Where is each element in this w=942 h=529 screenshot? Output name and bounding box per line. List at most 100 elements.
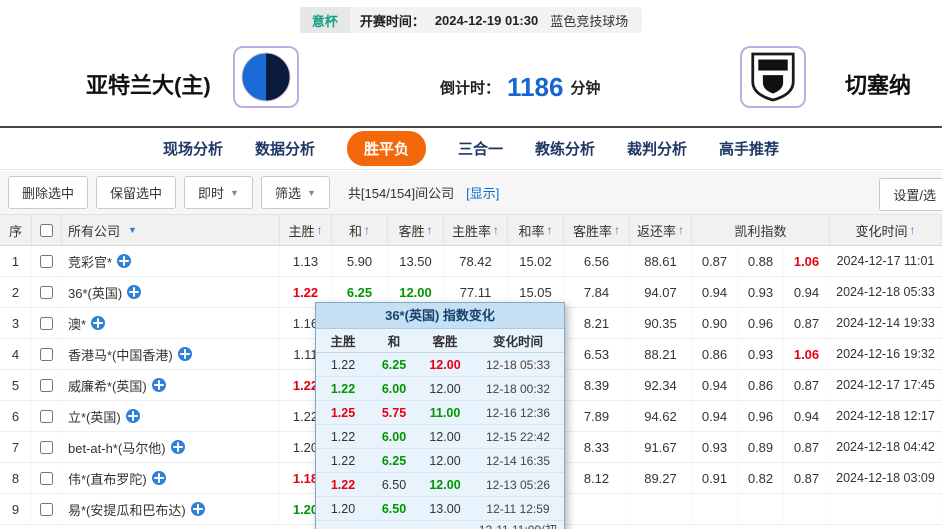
- popup-home-odds: 1.25: [316, 406, 370, 420]
- col-home-odds[interactable]: 主胜 ↑: [280, 215, 332, 245]
- tab-win-draw-loss[interactable]: 胜平负: [347, 131, 426, 166]
- col-return-rate[interactable]: 返还率 ↑: [630, 215, 692, 245]
- company-detail-icon[interactable]: [171, 440, 185, 454]
- select-all-checkbox[interactable]: [40, 224, 53, 237]
- draw-odds: 5.90: [332, 246, 388, 276]
- return-rate: 88.21: [630, 339, 692, 369]
- company-name[interactable]: 易*(安提瓜和巴布达): [68, 500, 186, 519]
- sort-asc-icon: ↑: [614, 223, 620, 237]
- toolbar: 删除选中 保留选中 即时 ▼ 筛选 ▼ 共[154/154]间公司 [显示] 设…: [0, 171, 942, 215]
- return-rate: [630, 494, 692, 524]
- col-home-rate[interactable]: 主胜率 ↑: [444, 215, 508, 245]
- company-count-text: 共[154/154]间公司: [348, 183, 454, 202]
- popup-away-odds: 12.00: [418, 478, 472, 492]
- popup-change-time: 12-18 05:33: [472, 358, 564, 372]
- sort-asc-icon: ↑: [317, 223, 323, 237]
- company-cell: 威廉希*(英国): [62, 370, 280, 400]
- tab-expert-picks[interactable]: 高手推荐: [719, 138, 779, 159]
- popup-away-odds: 12.00: [418, 358, 472, 372]
- company-name[interactable]: 36*(英国): [68, 283, 122, 302]
- chevron-down-icon: ▼: [230, 188, 239, 198]
- company-detail-icon[interactable]: [191, 502, 205, 516]
- kelly-draw: 0.86: [738, 370, 784, 400]
- venue-name: 蓝色竞技球场: [550, 11, 642, 30]
- company-filter-icon[interactable]: ▼: [128, 225, 137, 235]
- popup-row: 1.226.5012.0012-13 05:26: [316, 473, 564, 497]
- home-team-logo: [233, 46, 299, 108]
- away-crest-icon: [750, 50, 796, 104]
- row-checkbox[interactable]: [40, 317, 53, 330]
- row-checkbox[interactable]: [40, 379, 53, 392]
- row-checkbox[interactable]: [40, 441, 53, 454]
- tab-three-in-one[interactable]: 三合一: [458, 138, 503, 159]
- row-checkbox[interactable]: [40, 286, 53, 299]
- popup-col-header: 和: [370, 331, 418, 350]
- popup-home-odds: 1.22: [316, 430, 370, 444]
- row-checkbox[interactable]: [40, 348, 53, 361]
- company-name[interactable]: 威廉希*(英国): [68, 376, 147, 395]
- company-detail-icon[interactable]: [127, 285, 141, 299]
- home-team-name: 亚特兰大(主): [86, 68, 211, 100]
- kelly-draw: 0.82: [738, 463, 784, 493]
- sort-asc-icon: ↑: [678, 223, 684, 237]
- company-detail-icon[interactable]: [117, 254, 131, 268]
- home-rate: 78.42: [444, 246, 508, 276]
- popup-change-time: 12-15 22:42: [472, 430, 564, 444]
- popup-draw-odds: 6.50: [370, 502, 418, 516]
- row-checkbox[interactable]: [40, 255, 53, 268]
- company-name[interactable]: 香港马*(中国香港): [68, 345, 173, 364]
- col-kelly-label: 凯利指数: [734, 221, 786, 240]
- popup-draw-odds: 6.00: [370, 382, 418, 396]
- popup-row: 1.226.0012.0012-18 00:32: [316, 377, 564, 401]
- filter-dropdown[interactable]: 筛选 ▼: [261, 176, 330, 209]
- row-index: 3: [0, 308, 32, 338]
- col-change-time[interactable]: 变化时间 ↑: [830, 215, 942, 245]
- sort-asc-icon: ↑: [910, 223, 916, 237]
- company-detail-icon[interactable]: [91, 316, 105, 330]
- company-name[interactable]: 伟*(直布罗陀): [68, 469, 147, 488]
- kelly-away: [784, 494, 830, 524]
- tab-data-analysis[interactable]: 数据分析: [255, 138, 315, 159]
- row-checkbox-cell: [32, 494, 62, 524]
- col-away-odds[interactable]: 客胜 ↑: [388, 215, 444, 245]
- away-rate: 6.56: [564, 246, 630, 276]
- instant-dropdown[interactable]: 即时 ▼: [184, 176, 253, 209]
- col-company[interactable]: 所有公司 ▼: [62, 215, 280, 245]
- row-checkbox[interactable]: [40, 503, 53, 516]
- company-name[interactable]: 立*(英国): [68, 407, 121, 426]
- company-name[interactable]: 澳*: [68, 314, 86, 333]
- company-detail-icon[interactable]: [152, 471, 166, 485]
- tab-live-analysis[interactable]: 现场分析: [163, 138, 223, 159]
- company-detail-icon[interactable]: [178, 347, 192, 361]
- change-time: 2024-12-17 11:01: [830, 246, 942, 276]
- change-time: 2024-12-18 04:42: [830, 432, 942, 462]
- settings-button[interactable]: 设置/选: [879, 178, 942, 211]
- countdown: 倒计时： 1186 分钟: [440, 74, 600, 100]
- kelly-away: 0.94: [784, 277, 830, 307]
- company-name[interactable]: bet-at-h*(马尔他): [68, 438, 166, 457]
- company-detail-icon[interactable]: [126, 409, 140, 423]
- kelly-home: 0.94: [692, 401, 738, 431]
- return-rate: 94.62: [630, 401, 692, 431]
- row-index: 9: [0, 494, 32, 524]
- company-name[interactable]: 竞彩官*: [68, 252, 112, 271]
- col-draw-rate[interactable]: 和率 ↑: [508, 215, 564, 245]
- show-link[interactable]: [显示]: [466, 183, 499, 202]
- row-checkbox[interactable]: [40, 472, 53, 485]
- return-rate: 89.27: [630, 463, 692, 493]
- row-checkbox[interactable]: [40, 410, 53, 423]
- select-all-cell: [32, 215, 62, 245]
- tab-referee-analysis[interactable]: 裁判分析: [627, 138, 687, 159]
- row-checkbox-cell: [32, 463, 62, 493]
- kelly-home: 0.94: [692, 370, 738, 400]
- table-row[interactable]: 1竞彩官*1.135.9013.5078.4215.026.5688.610.8…: [0, 246, 942, 277]
- col-away-rate[interactable]: 客胜率 ↑: [564, 215, 630, 245]
- col-draw-odds[interactable]: 和 ↑: [332, 215, 388, 245]
- popup-col-header: 客胜: [418, 331, 472, 350]
- delete-selected-button[interactable]: 删除选中: [8, 176, 88, 209]
- company-detail-icon[interactable]: [152, 378, 166, 392]
- tab-coach-analysis[interactable]: 教练分析: [535, 138, 595, 159]
- keep-selected-button[interactable]: 保留选中: [96, 176, 176, 209]
- popup-change-time: 12-18 00:32: [472, 382, 564, 396]
- away-team-name: 切塞纳: [845, 68, 911, 100]
